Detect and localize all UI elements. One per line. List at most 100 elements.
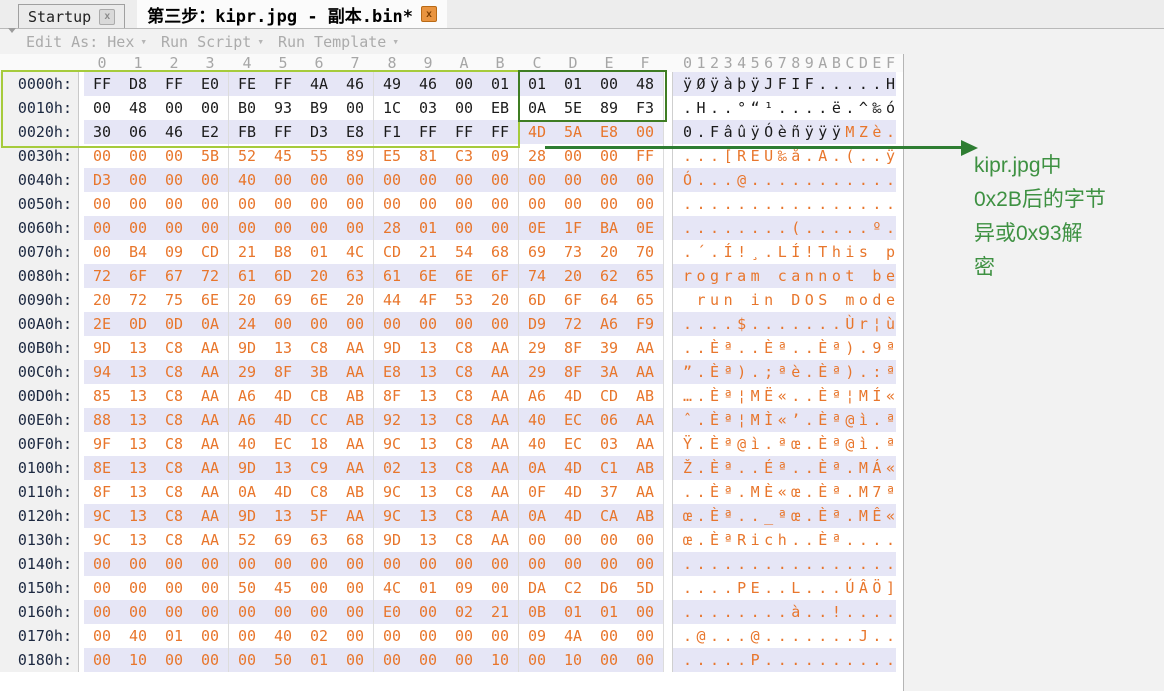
hex-byte[interactable]: 9C — [374, 432, 410, 456]
hex-byte[interactable]: D6 — [591, 576, 627, 600]
hex-byte[interactable]: 93 — [265, 96, 301, 120]
hex-view[interactable]: 0 1 2 3 4 5 6 7 8 9 A B C D E F 0123456789ABCDEF 0000h: F… — [0, 54, 904, 691]
hex-byte[interactable]: EC — [265, 432, 301, 456]
ascii-column[interactable]: Ó...@........... — [672, 168, 896, 192]
hex-byte[interactable]: E8 — [337, 120, 373, 144]
hex-byte[interactable]: 00 — [627, 600, 663, 624]
hex-byte[interactable]: 02 — [301, 624, 337, 648]
hex-byte[interactable]: 3A — [591, 360, 627, 384]
hex-byte[interactable]: 00 — [446, 96, 482, 120]
hex-byte[interactable]: 00 — [229, 600, 265, 624]
hex-byte[interactable]: C9 — [301, 456, 337, 480]
hex-byte[interactable]: B8 — [265, 240, 301, 264]
hex-byte[interactable]: 0B — [519, 600, 555, 624]
hex-byte[interactable]: 9C — [84, 504, 120, 528]
hex-byte[interactable]: 28 — [519, 144, 555, 168]
hex-byte[interactable]: 00 — [156, 600, 192, 624]
hex-byte[interactable]: 68 — [482, 240, 518, 264]
hex-byte[interactable]: 72 — [192, 264, 228, 288]
hex-byte[interactable]: 00 — [192, 576, 228, 600]
hex-byte[interactable]: 00 — [192, 216, 228, 240]
hex-byte[interactable]: AA — [627, 336, 663, 360]
hex-byte[interactable]: 75 — [156, 288, 192, 312]
hex-byte[interactable]: 13 — [410, 336, 446, 360]
hex-byte[interactable]: 00 — [410, 552, 446, 576]
hex-byte[interactable]: AA — [337, 432, 373, 456]
hex-byte[interactable]: 00 — [337, 216, 373, 240]
hex-byte[interactable]: 0E — [519, 216, 555, 240]
hex-byte[interactable]: 6E — [410, 264, 446, 288]
hex-byte[interactable]: 00 — [482, 312, 518, 336]
hex-byte[interactable]: 1F — [555, 216, 591, 240]
hex-byte[interactable]: AA — [627, 432, 663, 456]
hex-byte[interactable]: 00 — [156, 576, 192, 600]
hex-byte[interactable]: 13 — [120, 408, 156, 432]
hex-byte[interactable]: 00 — [410, 192, 446, 216]
hex-byte[interactable]: 00 — [192, 192, 228, 216]
hex-byte[interactable]: 13 — [120, 336, 156, 360]
hex-byte[interactable]: CB — [301, 384, 337, 408]
hex-byte[interactable]: 00 — [84, 624, 120, 648]
hex-byte[interactable]: 00 — [84, 240, 120, 264]
hex-byte[interactable]: C8 — [446, 384, 482, 408]
hex-byte[interactable]: 45 — [265, 144, 301, 168]
hex-byte[interactable]: 4C — [337, 240, 373, 264]
hex-byte[interactable]: 6E — [446, 264, 482, 288]
hex-byte[interactable]: 4D — [555, 384, 591, 408]
hex-byte[interactable]: 5A — [555, 120, 591, 144]
hex-byte[interactable]: 40 — [519, 432, 555, 456]
run-script-menu[interactable]: Run Script ▾ — [161, 33, 264, 51]
hex-byte[interactable]: 00 — [229, 624, 265, 648]
hex-byte[interactable]: AA — [627, 360, 663, 384]
hex-byte[interactable]: 00 — [156, 216, 192, 240]
hex-byte[interactable]: 00 — [627, 192, 663, 216]
hex-byte[interactable]: 00 — [627, 528, 663, 552]
hex-byte[interactable]: C8 — [446, 456, 482, 480]
ascii-column[interactable]: ÿØÿàþÿJFIF.....H — [672, 72, 896, 96]
hex-byte[interactable]: 13 — [410, 528, 446, 552]
ascii-column[interactable]: œ.ÈªRich..Èª.... — [672, 528, 896, 552]
hex-byte[interactable]: 52 — [229, 528, 265, 552]
hex-byte[interactable]: FF — [265, 72, 301, 96]
hex-byte[interactable]: 3B — [301, 360, 337, 384]
hex-byte[interactable]: 00 — [555, 528, 591, 552]
hex-byte[interactable]: 00 — [301, 576, 337, 600]
hex-byte[interactable]: C8 — [301, 480, 337, 504]
hex-byte[interactable]: 10 — [482, 648, 518, 672]
hex-byte[interactable]: 00 — [446, 624, 482, 648]
hex-byte[interactable]: AA — [192, 528, 228, 552]
hex-byte[interactable]: 55 — [301, 144, 337, 168]
hex-byte[interactable]: AA — [482, 504, 518, 528]
hex-byte[interactable]: 88 — [84, 408, 120, 432]
hex-byte[interactable]: 49 — [374, 72, 410, 96]
hex-byte[interactable]: 9D — [84, 336, 120, 360]
hex-byte[interactable]: C8 — [446, 528, 482, 552]
hex-byte[interactable]: 37 — [591, 480, 627, 504]
hex-byte[interactable]: 00 — [192, 624, 228, 648]
hex-byte[interactable]: AA — [192, 336, 228, 360]
ascii-column[interactable]: rogram cannot be — [672, 264, 896, 288]
hex-byte[interactable]: 72 — [555, 312, 591, 336]
hex-byte[interactable]: 40 — [120, 624, 156, 648]
hex-byte[interactable]: 24 — [229, 312, 265, 336]
hex-byte[interactable]: AA — [337, 504, 373, 528]
hex-byte[interactable]: 62 — [591, 264, 627, 288]
hex-byte[interactable]: 9D — [374, 528, 410, 552]
hex-byte[interactable]: C8 — [156, 336, 192, 360]
tab-active-file[interactable]: 第三步：kipr.jpg - 副本.bin* x — [137, 0, 447, 28]
hex-byte[interactable]: 13 — [120, 456, 156, 480]
hex-byte[interactable]: 63 — [337, 264, 373, 288]
hex-byte[interactable]: 63 — [301, 528, 337, 552]
hex-byte[interactable]: 40 — [229, 432, 265, 456]
hex-byte[interactable]: E2 — [192, 120, 228, 144]
hex-byte[interactable]: 00 — [519, 192, 555, 216]
hex-byte[interactable]: 00 — [410, 168, 446, 192]
hex-byte[interactable]: 02 — [446, 600, 482, 624]
hex-byte[interactable]: 00 — [120, 192, 156, 216]
hex-byte[interactable]: 00 — [446, 648, 482, 672]
hex-byte[interactable]: 8F — [84, 480, 120, 504]
hex-byte[interactable]: 00 — [555, 144, 591, 168]
hex-byte[interactable]: 8F — [555, 360, 591, 384]
hex-byte[interactable]: 13 — [265, 504, 301, 528]
hex-byte[interactable]: D3 — [301, 120, 337, 144]
